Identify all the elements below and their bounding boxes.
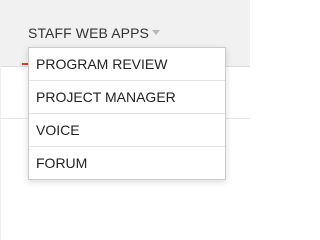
menu-item-forum[interactable]: FORUM bbox=[29, 147, 225, 179]
menu-item-project-manager[interactable]: PROJECT MANAGER bbox=[29, 81, 225, 114]
left-divider bbox=[0, 66, 1, 240]
staff-web-apps-dropdown: PROGRAM REVIEW PROJECT MANAGER VOICE FOR… bbox=[28, 47, 226, 180]
menu-item-voice[interactable]: VOICE bbox=[29, 114, 225, 147]
staff-web-apps-label: STAFF WEB APPS bbox=[28, 25, 149, 41]
caret-down-icon bbox=[151, 29, 160, 35]
menu-item-program-review[interactable]: PROGRAM REVIEW bbox=[29, 48, 225, 81]
staff-web-apps-menu[interactable]: STAFF WEB APPS bbox=[28, 25, 160, 41]
